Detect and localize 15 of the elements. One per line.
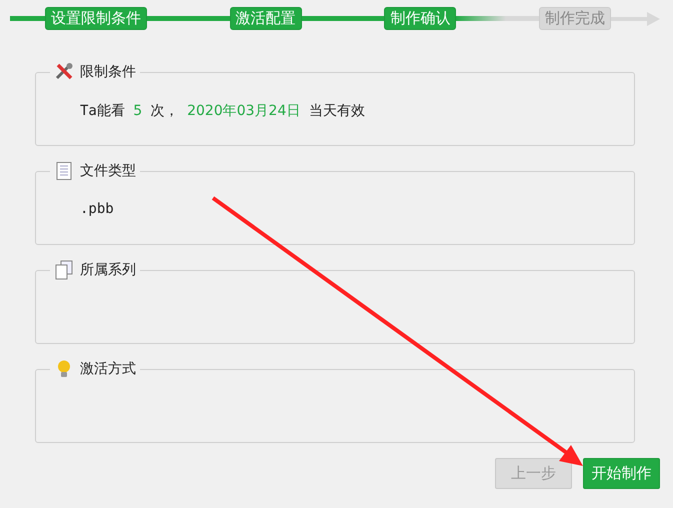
step-label: 设置限制条件 (45, 7, 147, 30)
document-icon (54, 161, 74, 181)
section-text: .pbb (80, 201, 115, 217)
documents-icon (54, 260, 74, 280)
section-title: 所属系列 (80, 261, 136, 279)
step-label: 激活配置 (230, 7, 302, 30)
step-label: 制作完成 (539, 7, 612, 30)
section-title: 限制条件 (80, 63, 136, 81)
section-title: 文件类型 (80, 162, 136, 180)
arrow-icon (611, 10, 662, 26)
section-title: 激活方式 (80, 360, 136, 378)
step-label: 制作确认 (384, 7, 456, 30)
tools-icon (54, 62, 74, 82)
start-button[interactable]: 开始制作 (583, 458, 660, 489)
section-text: Ta能看 5 次， 2020年03月24日 当天有效 (80, 102, 366, 120)
